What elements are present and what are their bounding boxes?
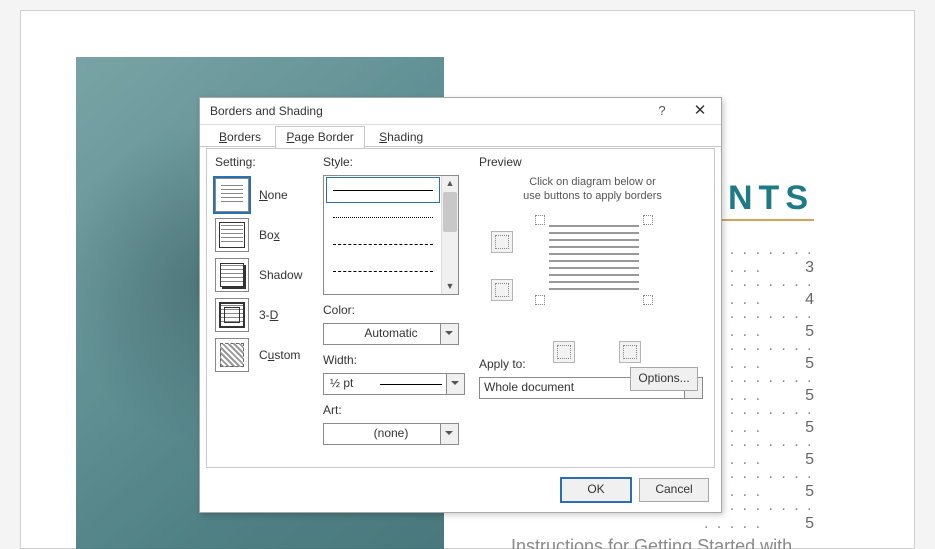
color-label: Color:: [323, 303, 463, 317]
corner-marker: [535, 215, 545, 225]
style-dashed-fine[interactable]: [326, 231, 440, 257]
tab-shading[interactable]: Shading: [368, 126, 434, 148]
art-dropdown[interactable]: (none): [323, 423, 459, 445]
setting-custom[interactable]: Custom: [215, 335, 315, 375]
preview-label: Preview: [479, 155, 706, 169]
setting-shadow[interactable]: Shadow: [215, 255, 315, 295]
chevron-down-icon: [446, 374, 464, 394]
width-dropdown[interactable]: ½ pt: [323, 373, 465, 395]
dialog-title: Borders and Shading ? ✕: [200, 98, 721, 125]
width-sample-line: [380, 384, 442, 385]
corner-marker: [643, 215, 653, 225]
help-button[interactable]: ?: [647, 98, 677, 124]
style-solid[interactable]: [326, 177, 440, 203]
options-button[interactable]: Options...: [630, 367, 698, 391]
scroll-down-icon[interactable]: ▼: [442, 279, 458, 294]
scroll-up-icon[interactable]: ▲: [442, 176, 458, 191]
border-left-button[interactable]: [553, 341, 575, 363]
cancel-button[interactable]: Cancel: [639, 478, 709, 502]
border-top-button[interactable]: [491, 231, 513, 253]
borders-and-shading-dialog: Borders and Shading ? ✕ Borders Page Bor…: [199, 97, 722, 513]
tab-page-border[interactable]: Page Border: [275, 126, 364, 148]
art-label: Art:: [323, 403, 463, 417]
setting-custom-icon: [215, 338, 249, 372]
setting-label: Setting:: [215, 155, 315, 169]
dialog-title-text: Borders and Shading: [210, 104, 323, 118]
preview-diagram[interactable]: [479, 213, 706, 353]
tab-strip: Borders Page Border Shading: [200, 125, 721, 147]
corner-marker: [535, 295, 545, 305]
corner-marker: [643, 295, 653, 305]
setting-box-icon: [215, 218, 249, 252]
preview-page-icon: [549, 225, 639, 295]
style-label: Style:: [323, 155, 463, 169]
chevron-down-icon: [440, 424, 458, 444]
close-button[interactable]: ✕: [683, 98, 717, 124]
chevron-down-icon: [440, 324, 458, 344]
setting-none-icon: [215, 178, 249, 212]
setting-none[interactable]: None: [215, 175, 315, 215]
tab-borders[interactable]: Borders: [208, 126, 272, 148]
ok-button[interactable]: OK: [561, 478, 631, 502]
style-dotted[interactable]: [326, 204, 440, 230]
setting-shadow-icon: [215, 258, 249, 292]
preview-hint: Click on diagram below oruse buttons to …: [479, 175, 706, 203]
setting-box[interactable]: Box: [215, 215, 315, 255]
width-label: Width:: [323, 353, 463, 367]
setting-3d-icon: [215, 298, 249, 332]
setting-3d[interactable]: 3-D: [215, 295, 315, 335]
border-bottom-button[interactable]: [491, 279, 513, 301]
instructions-text: Instructions for Getting Started with: [511, 536, 792, 549]
border-right-button[interactable]: [619, 341, 641, 363]
style-dashed[interactable]: [326, 258, 440, 284]
color-dropdown[interactable]: Automatic: [323, 323, 459, 345]
style-scrollbar-thumb[interactable]: [443, 192, 457, 232]
style-list[interactable]: ▲ ▼: [323, 175, 459, 295]
